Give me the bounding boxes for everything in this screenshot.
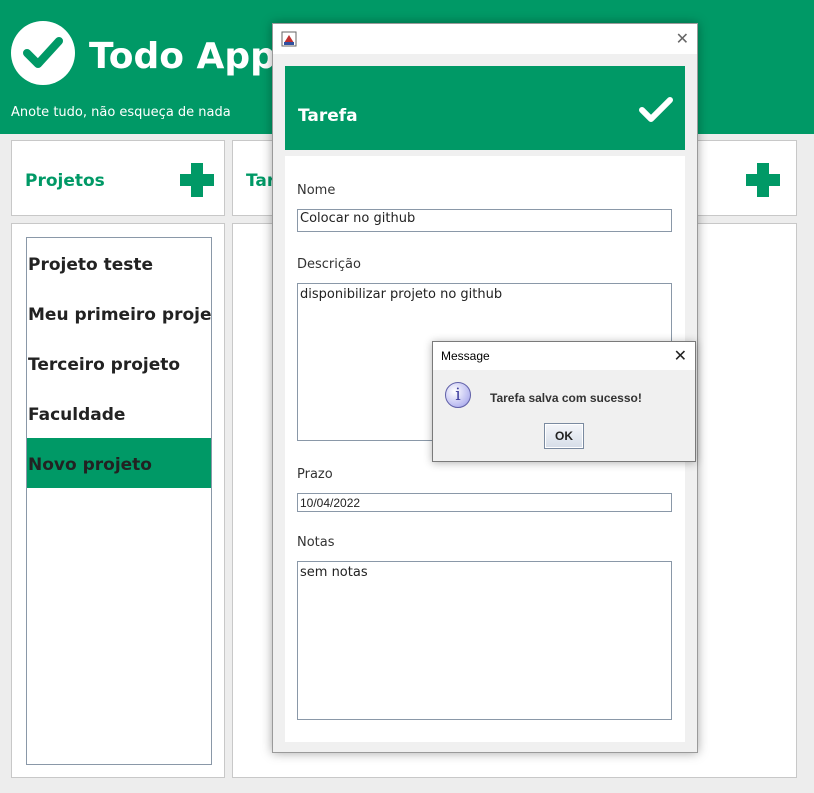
name-label: Nome (297, 183, 336, 198)
app-subtitle: Anote tudo, não esqueça de nada (11, 105, 231, 120)
deadline-field[interactable]: 10/04/2022 (297, 493, 672, 512)
project-item[interactable]: Terceiro projeto (27, 338, 211, 388)
task-banner: Tarefa (285, 66, 685, 150)
name-field[interactable]: Colocar no github (297, 209, 672, 232)
close-icon[interactable]: ✕ (676, 29, 689, 49)
background-window-edge (806, 370, 814, 460)
deadline-label: Prazo (297, 467, 333, 482)
tasks-title: Tar (246, 171, 276, 191)
project-item[interactable]: Projeto teste (27, 238, 211, 288)
message-titlebar: Message ✕ (433, 342, 695, 370)
message-title: Message (441, 349, 490, 363)
info-icon: i (445, 382, 471, 408)
add-project-plus-icon[interactable] (180, 163, 214, 197)
projects-panel: Projeto teste Meu primeiro projeto Terce… (11, 223, 225, 778)
project-item-selected[interactable]: Novo projeto (27, 438, 211, 488)
save-checkmark-icon[interactable] (639, 96, 673, 124)
ok-button[interactable]: OK (544, 423, 584, 449)
message-text: Tarefa salva com sucesso! (490, 391, 642, 405)
add-task-plus-icon[interactable] (746, 163, 780, 197)
project-item[interactable]: Faculdade (27, 388, 211, 438)
close-icon[interactable]: ✕ (674, 346, 687, 366)
banner-divider (285, 150, 685, 156)
checkmark-icon (23, 37, 63, 68)
java-app-icon (281, 31, 297, 47)
projects-title: Projetos (25, 171, 105, 191)
task-banner-title: Tarefa (298, 106, 358, 126)
project-item[interactable]: Meu primeiro projeto (27, 288, 211, 338)
notes-field[interactable]: sem notas (297, 561, 672, 720)
app-title: Todo App (89, 36, 276, 77)
description-label: Descrição (297, 257, 361, 272)
notes-label: Notas (297, 535, 335, 550)
message-dialog: Message ✕ i Tarefa salva com sucesso! OK (432, 341, 696, 462)
dialog-titlebar: ✕ (273, 24, 697, 54)
app-logo (11, 21, 75, 85)
projects-header-panel: Projetos (11, 140, 225, 216)
project-list[interactable]: Projeto teste Meu primeiro projeto Terce… (26, 237, 212, 765)
